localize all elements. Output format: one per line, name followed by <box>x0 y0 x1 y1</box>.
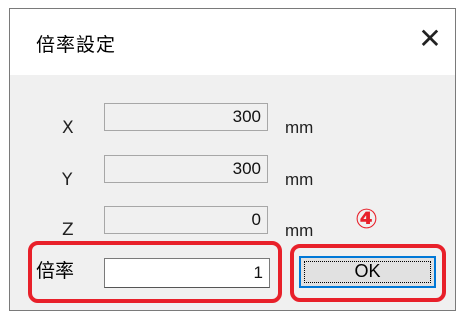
y-label: Y <box>62 170 73 190</box>
magnification-input[interactable]: 1 <box>104 258 270 288</box>
z-value-field: 0 <box>104 206 268 234</box>
z-unit-label: mm <box>285 221 314 240</box>
z-label: Z <box>62 220 74 240</box>
x-unit-label: mm <box>285 118 314 137</box>
y-unit-label: mm <box>285 170 314 189</box>
dialog-title: 倍率設定 <box>36 34 117 56</box>
close-icon[interactable]: ✕ <box>414 23 446 55</box>
title-bar: 倍率設定 ✕ <box>10 9 455 75</box>
x-label: X <box>62 118 74 138</box>
ok-button-label: OK <box>354 261 381 281</box>
y-value-field: 300 <box>104 155 268 183</box>
magnification-label: 倍率 <box>36 260 75 282</box>
ok-button[interactable]: OK <box>299 256 436 288</box>
x-value-field: 300 <box>104 103 268 131</box>
step-marker: ④ <box>355 204 378 235</box>
